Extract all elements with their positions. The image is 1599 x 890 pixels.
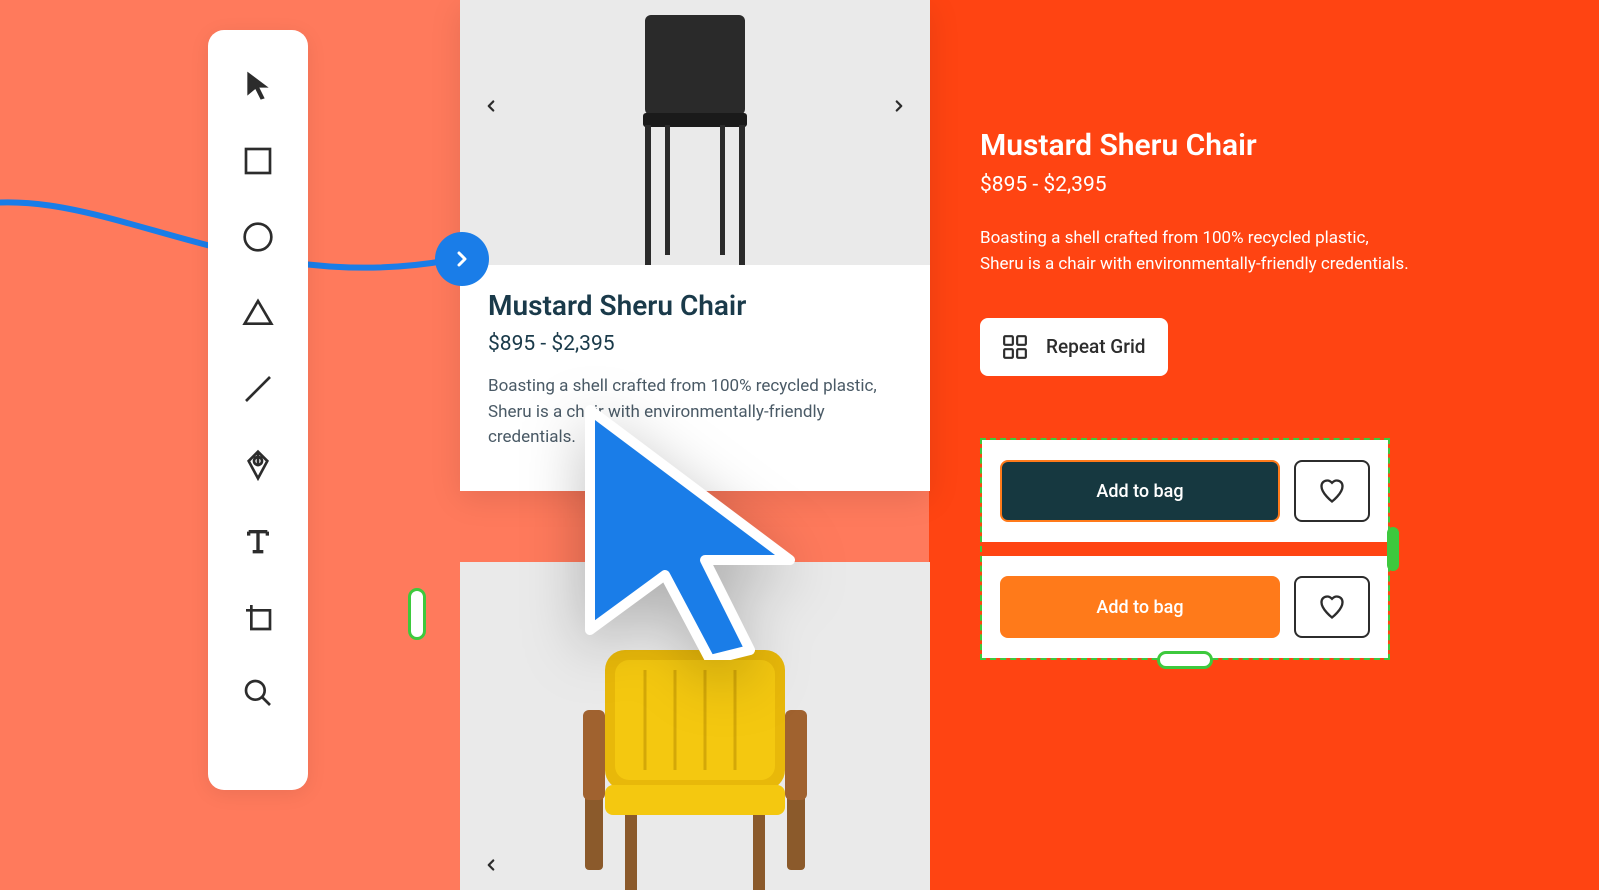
detail-title: Mustard Sheru Chair <box>980 128 1410 163</box>
repeat-grid-selection[interactable]: Add to bag Add to bag <box>980 438 1390 660</box>
heart-icon <box>1318 593 1346 621</box>
add-to-bag-button-orange[interactable]: Add to bag <box>1000 576 1280 638</box>
repeat-grid-label: Repeat Grid <box>1046 335 1146 358</box>
grid-icon <box>1002 334 1028 360</box>
text-tool-icon[interactable] <box>241 524 275 558</box>
prototype-connector-arrow-icon[interactable] <box>435 232 489 286</box>
favorite-button[interactable] <box>1294 460 1370 522</box>
carousel-prev-icon[interactable] <box>482 855 500 880</box>
product-detail-panel: Mustard Sheru Chair $895 - $2,395 Boasti… <box>980 128 1410 396</box>
repeat-grid-left-handle[interactable] <box>408 588 426 640</box>
chair-dark-image <box>575 15 815 265</box>
repeat-grid-right-handle[interactable] <box>1387 527 1399 571</box>
add-to-bag-button-dark[interactable]: Add to bag <box>1000 460 1280 522</box>
detail-price: $895 - $2,395 <box>980 173 1410 197</box>
grid-row: Add to bag <box>982 556 1388 658</box>
artboard-tool-icon[interactable] <box>241 600 275 634</box>
line-tool-icon[interactable] <box>241 372 275 406</box>
product-title: Mustard Sheru Chair <box>488 289 902 322</box>
carousel-prev-icon[interactable] <box>482 96 500 121</box>
product-price: $895 - $2,395 <box>488 332 902 356</box>
chair-yellow-image <box>545 640 845 890</box>
repeat-grid-button[interactable]: Repeat Grid <box>980 318 1168 376</box>
detail-description: Boasting a shell crafted from 100% recyc… <box>980 225 1410 278</box>
rectangle-tool-icon[interactable] <box>241 144 275 178</box>
product-image-area <box>460 0 930 265</box>
polygon-tool-icon[interactable] <box>241 296 275 330</box>
tools-toolbar <box>208 30 308 790</box>
large-cursor-icon <box>560 400 820 660</box>
favorite-button[interactable] <box>1294 576 1370 638</box>
zoom-tool-icon[interactable] <box>241 676 275 710</box>
carousel-next-icon[interactable] <box>890 96 908 121</box>
ellipse-tool-icon[interactable] <box>241 220 275 254</box>
grid-row: Add to bag <box>982 440 1388 542</box>
select-tool-icon[interactable] <box>241 68 275 102</box>
heart-icon <box>1318 477 1346 505</box>
pen-tool-icon[interactable] <box>241 448 275 482</box>
repeat-grid-bottom-handle[interactable] <box>1157 651 1213 669</box>
